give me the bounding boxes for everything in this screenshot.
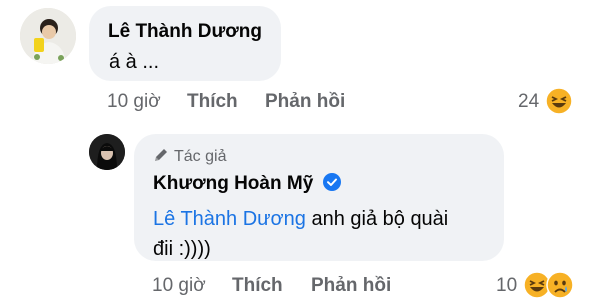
author-badge: Tác giả xyxy=(153,147,226,168)
comment-text-line1: anh giả bộ quài xyxy=(305,208,449,230)
avatar-le-thanh-duong[interactable] xyxy=(20,8,76,64)
mention-link[interactable]: Lê Thành Dương xyxy=(153,208,306,230)
sad-icon[interactable] xyxy=(546,271,574,299)
comment-author[interactable]: Khương Hoàn Mỹ xyxy=(153,173,313,194)
reaction-count[interactable]: 24 xyxy=(518,91,539,113)
like-button[interactable]: Thích xyxy=(232,275,283,297)
user-photo-icon xyxy=(89,134,125,170)
comment-time[interactable]: 10 giờ xyxy=(152,275,206,297)
like-button[interactable]: Thích xyxy=(187,91,238,113)
comment-bubble: Lê Thành Dương á à ... xyxy=(89,6,281,81)
comment-text: Lê Thành Dương anh giả bộ quài đii :)))) xyxy=(153,204,493,264)
author-badge-label: Tác giả xyxy=(174,148,227,165)
comment-time[interactable]: 10 giờ xyxy=(107,91,161,113)
reply-button[interactable]: Phản hồi xyxy=(265,91,345,113)
comment-text-line2: đii :)))) xyxy=(153,238,211,260)
avatar-khuong-hoan-my[interactable] xyxy=(89,134,125,170)
comment-author-row: Khương Hoàn Mỹ xyxy=(153,173,341,197)
comment-bubble: Tác giả Khương Hoàn Mỹ Lê Thành Dương an… xyxy=(134,134,504,261)
pen-icon xyxy=(153,147,169,168)
comment-text: á à ... xyxy=(109,51,160,73)
reaction-count[interactable]: 10 xyxy=(496,275,517,297)
reply-button[interactable]: Phản hồi xyxy=(311,275,391,297)
verified-badge-icon xyxy=(322,173,341,197)
haha-icon[interactable] xyxy=(545,87,573,115)
comment-author[interactable]: Lê Thành Dương xyxy=(108,21,262,43)
user-photo-icon xyxy=(20,8,76,64)
